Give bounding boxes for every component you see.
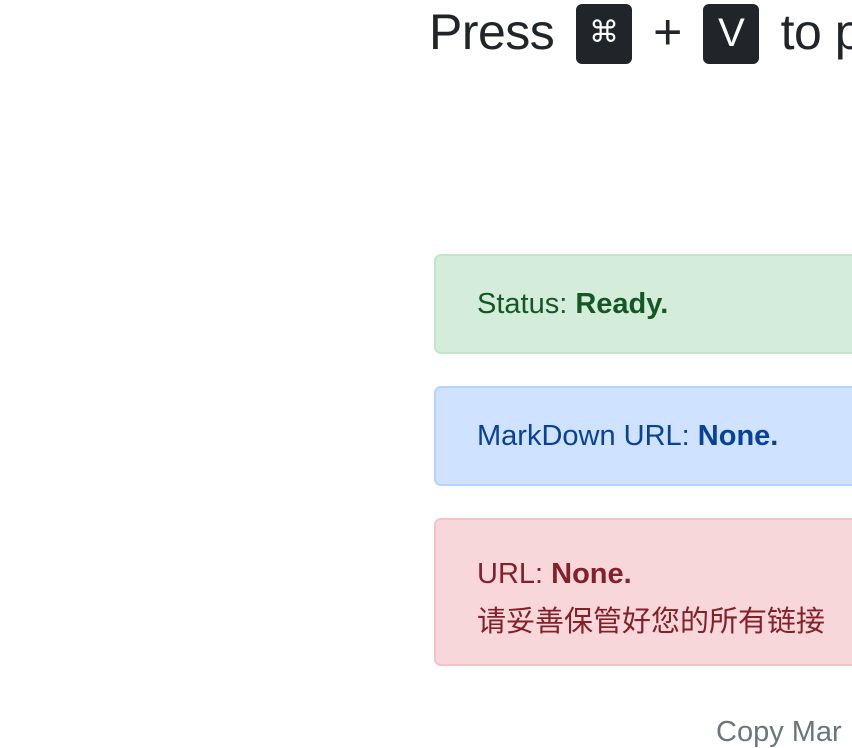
markdown-url-label: MarkDown URL:: [477, 420, 690, 452]
status-label: Status:: [477, 288, 568, 320]
markdown-url-value[interactable]: None.: [698, 420, 779, 452]
page-heading: Press ⌘ + V to p: [429, 0, 852, 64]
status-value: Ready.: [575, 288, 669, 320]
status-alert: Status: Ready.: [434, 254, 852, 354]
command-key-icon: ⌘: [575, 3, 632, 64]
url-line: URL: None.: [477, 550, 852, 598]
url-label: URL:: [477, 558, 544, 590]
heading-press-text: Press: [429, 3, 555, 60]
v-key-badge: V: [703, 3, 760, 64]
footer-text: Copy Mar: [716, 716, 842, 748]
heading-plus-text: +: [653, 3, 682, 60]
url-notice: 请妥善保管好您的所有链接: [477, 606, 826, 638]
page: Press ⌘ + V to p Status: Ready. MarkDown…: [0, 0, 852, 748]
heading-rest-text: to p: [780, 3, 852, 60]
markdown-url-alert: MarkDown URL: None.: [434, 386, 852, 486]
url-alert: URL: None. 请妥善保管好您的所有链接: [434, 518, 852, 666]
url-value[interactable]: None.: [551, 558, 632, 590]
